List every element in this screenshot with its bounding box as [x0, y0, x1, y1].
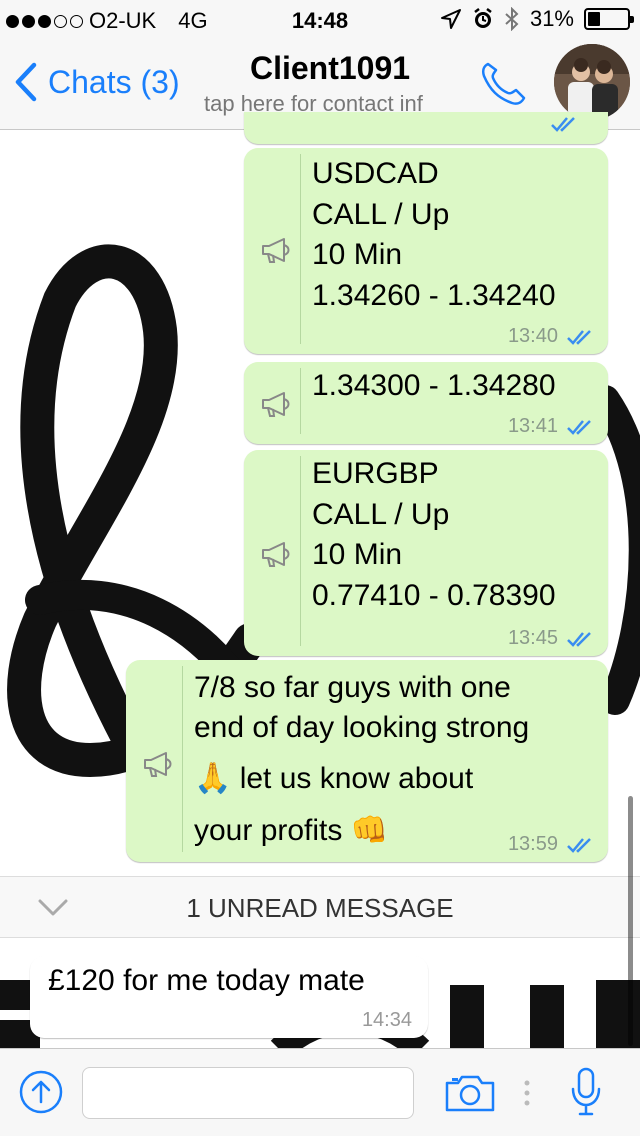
message-line: 0.77410 - 0.78390 [312, 578, 556, 612]
contact-name: Client1091 [249, 50, 411, 86]
message-line: 🙏 let us know about [194, 762, 474, 795]
network-type: 4G [178, 8, 208, 33]
message-line: USDCAD [312, 157, 439, 190]
phone-icon [481, 62, 526, 105]
message-line: 7/8 so far guys with one [194, 671, 511, 704]
message-line: end of day looking strong [194, 711, 530, 744]
message-input[interactable] [82, 1067, 414, 1119]
contact-avatar[interactable] [554, 44, 630, 120]
message-time: 13:41 [507, 415, 558, 437]
message-line: EURGBP [312, 457, 439, 490]
signal-strength-icon [6, 14, 83, 28]
read-ticks-icon [551, 117, 575, 132]
battery-percent: 31% [529, 6, 574, 31]
message-line: your profits 👊 [194, 814, 389, 847]
call-button[interactable] [478, 58, 528, 113]
voice-record-button[interactable] [570, 1067, 602, 1122]
message-bubble[interactable]: 7/8 so far guys with one end of day look… [126, 660, 608, 862]
read-ticks-icon [567, 837, 591, 853]
bubble-divider [182, 666, 183, 852]
upload-arrow-icon [19, 1070, 63, 1114]
previous-message-bubble [244, 112, 608, 144]
message-meta: 13:40 [508, 325, 594, 348]
message-line: 1.34260 - 1.34240 [312, 278, 556, 312]
broadcast-megaphone-icon [262, 542, 290, 567]
message-text: £120 for me today mate [48, 964, 365, 997]
message-line: 10 Min [312, 238, 403, 271]
broadcast-megaphone-icon [144, 752, 172, 777]
camera-icon [445, 1075, 495, 1112]
camera-button[interactable] [444, 1073, 496, 1118]
incoming-message-bubble[interactable]: £120 for me today mate 14:34 [30, 956, 428, 1038]
scrollbar[interactable] [628, 796, 633, 1046]
message-meta: 13:59 [508, 833, 594, 856]
unread-messages-divider: 1 UNREAD MESSAGE [0, 876, 640, 938]
bubble-divider [300, 456, 301, 646]
message-time: 14:34 [361, 1009, 412, 1031]
message-meta: 13:41 [508, 415, 594, 438]
bubble-divider [300, 154, 301, 344]
battery-icon [584, 8, 634, 30]
chevron-left-icon [15, 62, 37, 102]
message-text: 1.34300 - 1.34280 [312, 366, 556, 407]
read-ticks-icon [567, 631, 591, 647]
bubble-divider [300, 368, 301, 434]
message-text: USDCAD CALL / Up 10 Min 1.34260 - 1.3424… [312, 154, 556, 316]
message-time: 13:45 [507, 627, 558, 649]
message-line: CALL / Up [312, 197, 450, 231]
broadcast-megaphone-icon [262, 238, 290, 263]
read-ticks-icon [567, 419, 591, 435]
contact-info-link[interactable]: Client1091 tap here for contact inf [200, 50, 460, 117]
back-button[interactable]: Chats (3) [14, 62, 180, 102]
message-bubble[interactable]: USDCAD CALL / Up 10 Min 1.34260 - 1.3424… [244, 148, 608, 354]
bluetooth-icon [505, 7, 519, 31]
alarm-icon [474, 8, 492, 28]
microphone-icon [571, 1067, 601, 1116]
unread-label: 1 UNREAD MESSAGE [186, 893, 454, 923]
back-button-label: Chats (3) [48, 63, 180, 100]
message-bubble[interactable]: 1.34300 - 1.34280 13:41 [244, 362, 608, 444]
carrier-name: O2-UK [89, 8, 157, 33]
status-bar: O2-UK 4G 14:48 31% [0, 0, 640, 40]
separator-dots-icon [524, 1080, 530, 1106]
message-meta: 13:45 [508, 627, 594, 650]
read-ticks-icon [567, 329, 591, 345]
location-arrow-icon [440, 9, 461, 29]
message-text: 7/8 so far guys with one end of day look… [194, 668, 529, 854]
message-composer [0, 1048, 640, 1136]
message-time: 13:40 [507, 325, 558, 347]
share-button[interactable] [18, 1069, 64, 1120]
message-time: 13:59 [507, 833, 558, 855]
message-bubble[interactable]: EURGBP CALL / Up 10 Min 0.77410 - 0.7839… [244, 450, 608, 656]
message-line: 10 Min [312, 538, 403, 571]
broadcast-megaphone-icon [262, 392, 290, 417]
message-text: EURGBP CALL / Up 10 Min 0.77410 - 0.7839… [312, 454, 556, 616]
message-line: 1.34300 - 1.34280 [312, 369, 556, 402]
message-line: CALL / Up [312, 497, 450, 531]
